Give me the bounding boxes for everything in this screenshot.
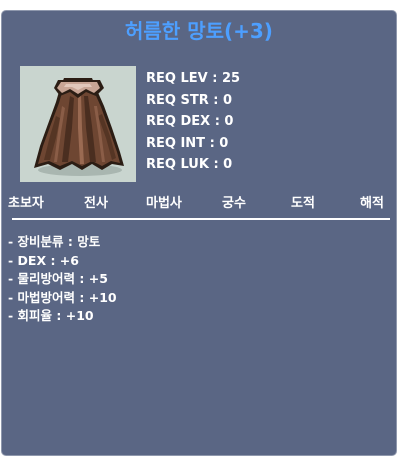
job-beginner: 초보자: [8, 196, 44, 211]
req-str: REQ STR : 0: [146, 92, 233, 108]
job-bowman: 궁수: [222, 196, 246, 211]
job-thief: 도적: [291, 196, 315, 211]
req-int: REQ INT : 0: [146, 135, 229, 151]
item-name: 허름한 망토(+3): [125, 19, 273, 43]
cape-icon: [34, 78, 124, 176]
stat-avoidability: - 회피율 : +10: [8, 308, 94, 323]
job-warrior: 전사: [84, 196, 108, 211]
req-dex: REQ DEX : 0: [146, 114, 234, 129]
divider: [12, 218, 390, 220]
stats-list: - 장비분류 : 망토 - DEX : +6 - 물리방어력 : +5 - 마법…: [8, 233, 117, 326]
stat-physical-defense: - 물리방어력 : +5: [8, 271, 108, 286]
stat-category: - 장비분류 : 망토: [8, 234, 101, 249]
job-magician: 마법사: [146, 196, 182, 211]
req-luk: REQ LUK : 0: [146, 157, 233, 172]
item-tooltip: 허름한 망토(+3) REQ LEV : 25 REQ STR : 0 REQ …: [1, 10, 397, 456]
req-level: REQ LEV : 25: [146, 71, 241, 86]
item-image-frame: [20, 66, 136, 182]
requirements-list: REQ LEV : 25 REQ STR : 0 REQ DEX : 0 REQ…: [146, 68, 240, 176]
job-list: 초보자 전사 마법사 궁수 도적 해적: [2, 192, 396, 212]
stat-dex: - DEX : +6: [8, 252, 79, 268]
stat-magic-defense: - 마법방어력 : +10: [8, 289, 117, 305]
job-pirate: 해적: [360, 196, 384, 211]
